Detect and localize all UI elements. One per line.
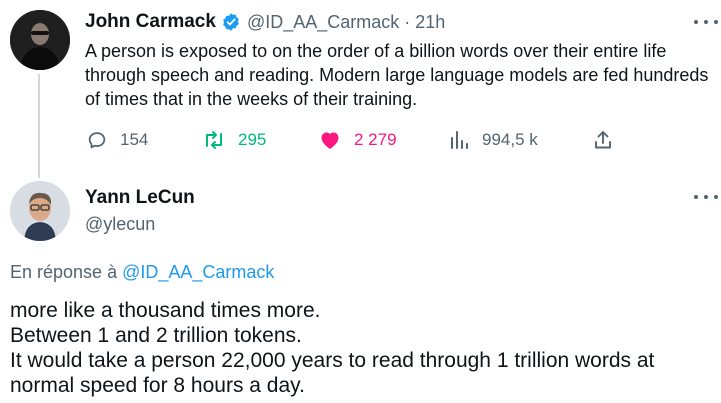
reply-more-options-icon[interactable] — [694, 192, 718, 202]
retweet-count: 295 — [238, 130, 267, 149]
avatar-yann-lecun[interactable] — [10, 181, 70, 241]
retweet-icon — [202, 129, 226, 151]
avatar-john-carmack[interactable] — [10, 10, 70, 70]
verified-badge-icon — [221, 12, 241, 32]
more-options-icon[interactable] — [694, 17, 718, 27]
like-count: 2 279 — [354, 130, 397, 149]
reply-context: En réponse à @ID_AA_Carmack — [10, 262, 274, 283]
tweet-timestamp[interactable]: 21h — [415, 12, 445, 33]
reply-button[interactable]: 154 — [86, 126, 148, 154]
tweet-header: John Carmack @ID_AA_Carmack · 21h — [85, 9, 445, 35]
views-chart-icon — [448, 129, 470, 151]
views-button[interactable]: 994,5 k — [448, 126, 538, 154]
separator-dot: · — [404, 11, 411, 32]
reply-author-name[interactable]: Yann LeCun — [85, 186, 195, 210]
reply-line: more like a thousand times more. — [10, 299, 321, 322]
reply-line: Between 1 and 2 trillion tokens. — [10, 324, 302, 347]
reply-line: It would take a person 22,000 years to r… — [10, 349, 655, 372]
reply-count: 154 — [120, 130, 149, 149]
reply-context-prefix: En réponse à — [10, 262, 118, 282]
reply-text: more like a thousand times more. Between… — [10, 298, 715, 398]
reply-line: normal speed for 8 hours a day. — [10, 374, 305, 397]
reply-header: Yann LeCun @ylecun — [85, 186, 195, 236]
heart-filled-icon — [318, 129, 342, 151]
views-count: 994,5 k — [482, 130, 538, 149]
reply-author-handle[interactable]: @ylecun — [85, 212, 195, 236]
share-button[interactable] — [592, 126, 614, 154]
author-name[interactable]: John Carmack — [85, 11, 216, 33]
tweet-action-bar: 154 295 2 279 994,5 k — [0, 126, 721, 154]
reply-icon — [86, 129, 108, 151]
share-icon — [592, 129, 614, 151]
like-button[interactable]: 2 279 — [318, 126, 397, 154]
reply-mention-link[interactable]: @ID_AA_Carmack — [122, 262, 274, 282]
retweet-button[interactable]: 295 — [202, 126, 266, 154]
author-handle[interactable]: @ID_AA_Carmack — [247, 12, 399, 33]
tweet-text: A person is exposed to on the order of a… — [85, 41, 709, 109]
